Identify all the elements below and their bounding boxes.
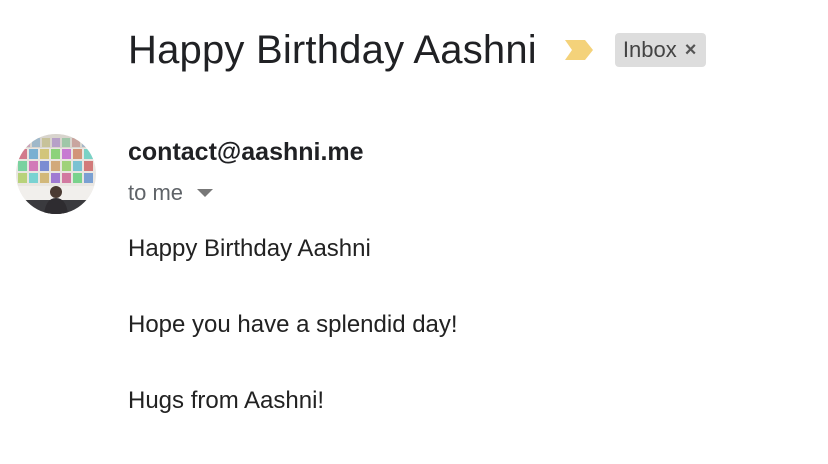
- recipient-row: to me: [128, 180, 214, 206]
- remove-label-icon[interactable]: ×: [685, 40, 697, 60]
- importance-marker-icon[interactable]: [563, 38, 595, 62]
- email-body-line: Hugs from Aashni!: [128, 387, 325, 414]
- label-chip-text: Inbox: [622, 37, 677, 62]
- email-body-line: Happy Birthday Aashni: [128, 235, 371, 262]
- recipient-text: to me: [128, 180, 184, 205]
- label-chip-inbox[interactable]: Inbox ×: [614, 33, 707, 67]
- caret-down-icon[interactable]: [197, 189, 214, 197]
- sender-avatar[interactable]: [16, 134, 96, 214]
- subject-row: Happy Birthday Aashni Inbox ×: [128, 24, 707, 76]
- email-subject: Happy Birthday Aashni: [128, 27, 537, 72]
- email-body-line: Hope you have a splendid day!: [128, 311, 458, 338]
- sender-address: contact@aashni.me: [128, 138, 364, 166]
